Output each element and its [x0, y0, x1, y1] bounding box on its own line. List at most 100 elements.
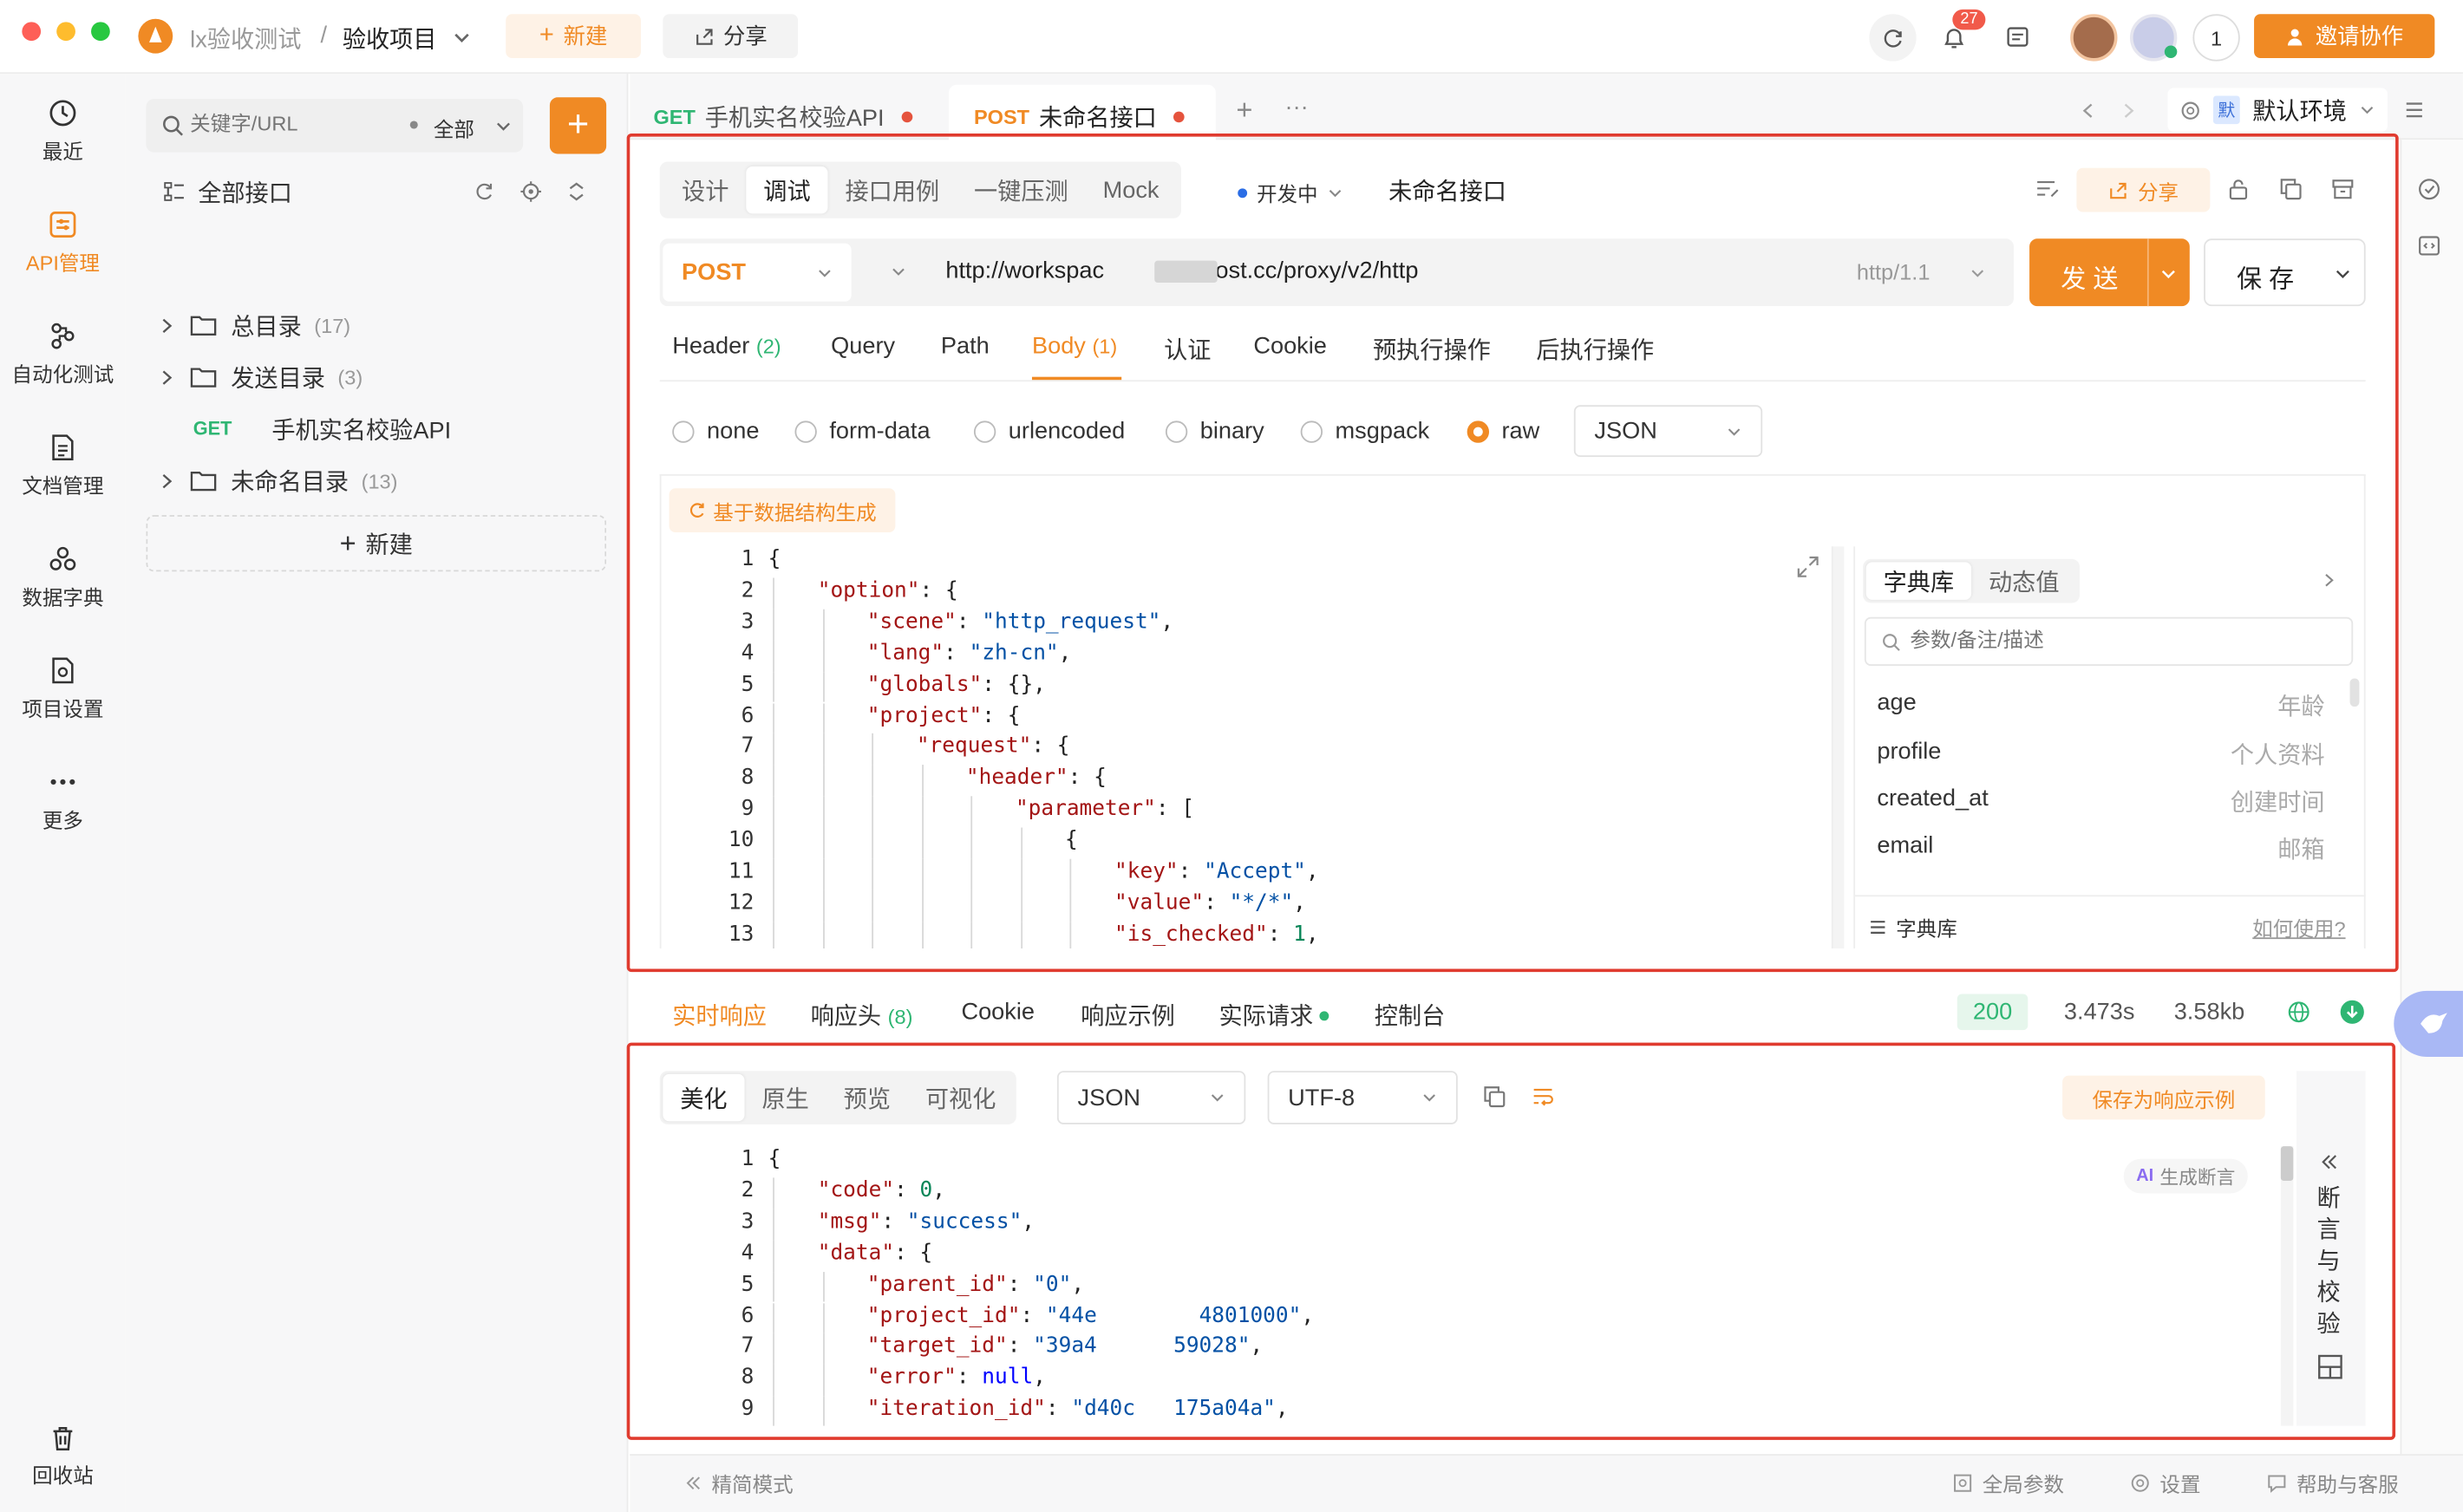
chevron-right-icon[interactable] — [160, 316, 174, 334]
chevron-right-icon[interactable] — [160, 368, 174, 386]
tree-folder[interactable]: 未命名目录 (13) — [126, 457, 629, 504]
tree-api-item[interactable]: GET 手机实名校验API — [126, 405, 629, 452]
help-button[interactable]: 帮助与客服 — [2267, 1468, 2399, 1497]
chevron-down-icon[interactable] — [453, 29, 472, 48]
mode-design[interactable]: 设计 — [664, 166, 746, 213]
subtab-post-script[interactable]: 后执行操作 — [1536, 333, 1654, 366]
tree-search-box[interactable]: 全部 — [146, 99, 524, 153]
nav-data-dict[interactable]: 数据字典 — [0, 529, 126, 623]
sync-button[interactable] — [1869, 14, 1917, 62]
body-type-form-data[interactable]: form-data — [794, 418, 931, 445]
dict-help-link[interactable]: 如何使用? — [2252, 912, 2345, 942]
tab-post-api[interactable]: POST 未命名接口 — [974, 101, 1186, 134]
subtab-query[interactable]: Query — [831, 333, 895, 360]
invite-button[interactable]: 邀请协作 — [2254, 14, 2435, 59]
view-mode-raw[interactable]: 原生 — [745, 1074, 826, 1121]
response-scrollbar[interactable] — [2280, 1146, 2294, 1426]
save-button[interactable]: 保 存 — [2237, 257, 2294, 295]
add-tab-button[interactable]: + — [1236, 94, 1252, 127]
tab-more-button[interactable]: ··· — [1285, 94, 1309, 121]
resp-tab-actual[interactable]: 实际请求 — [1218, 999, 1329, 1032]
ai-assert-button[interactable]: AI 生成断言 — [2123, 1158, 2248, 1194]
code-snippet-icon[interactable] — [2417, 234, 2440, 257]
response-scroll-thumb[interactable] — [2280, 1146, 2294, 1182]
view-mode-preview[interactable]: 预览 — [826, 1074, 908, 1121]
subtab-cookie[interactable]: Cookie — [1253, 333, 1327, 360]
dict-tab-library[interactable]: 字典库 — [1865, 562, 1972, 600]
subtab-pre-script[interactable]: 预执行操作 — [1373, 333, 1491, 366]
nav-auto-test[interactable]: 自动化测试 — [0, 306, 126, 401]
locate-icon[interactable] — [520, 180, 542, 202]
close-window-button[interactable] — [22, 22, 42, 42]
dict-row[interactable]: created_at 创建时间 — [1877, 785, 2324, 818]
mode-mock[interactable]: Mock — [1086, 166, 1177, 213]
layout-icon[interactable] — [2317, 1353, 2344, 1380]
lock-icon[interactable] — [2227, 178, 2249, 201]
encoding-select[interactable]: UTF-8 — [1267, 1071, 1458, 1124]
chevron-right-icon[interactable] — [2323, 571, 2336, 589]
avatar[interactable] — [2070, 14, 2118, 62]
body-type-msgpack[interactable]: msgpack — [1300, 418, 1429, 445]
minimize-window-button[interactable] — [56, 22, 75, 42]
raw-format-select[interactable]: JSON — [1573, 405, 1763, 458]
view-mode-visual[interactable]: 可视化 — [908, 1074, 1013, 1121]
resp-tab-live[interactable]: 实时响应 — [672, 999, 767, 1032]
mode-debug[interactable]: 调试 — [746, 166, 828, 214]
body-type-urlencoded[interactable]: urlencoded — [973, 418, 1125, 445]
global-params-button[interactable]: 全局参数 — [1952, 1468, 2064, 1497]
share-top-button[interactable]: 分享 — [663, 14, 799, 59]
notifications-button[interactable] — [1942, 25, 1967, 58]
chevron-right-icon[interactable] — [2122, 102, 2136, 120]
resp-tab-console[interactable]: 控制台 — [1375, 999, 1446, 1032]
tree-folder[interactable]: 发送目录 (3) — [126, 354, 629, 401]
copy-icon[interactable] — [2279, 178, 2303, 201]
copy-icon[interactable] — [1483, 1085, 1506, 1109]
validate-icon[interactable] — [2417, 178, 2440, 201]
nav-recent[interactable]: 最近 — [0, 83, 126, 178]
archive-icon[interactable] — [2331, 178, 2355, 201]
editor-scrollbar[interactable] — [1831, 546, 1845, 948]
request-body-editor[interactable]: 1 {2 "option": {3 "scene": "http_request", 4… — [660, 546, 1854, 948]
new-button[interactable]: + 新建 — [506, 14, 641, 59]
expand-icon[interactable] — [1795, 554, 1820, 579]
tab-get-api[interactable]: GET 手机实名校验API — [653, 101, 913, 134]
subtab-body[interactable]: Body (1) — [1032, 333, 1117, 360]
mode-cases[interactable]: 接口用例 — [828, 166, 957, 213]
body-type-none[interactable]: none — [672, 418, 759, 445]
generate-from-schema-button[interactable]: 基于数据结构生成 — [669, 488, 896, 532]
simple-mode-button[interactable]: 精简模式 — [685, 1468, 794, 1497]
response-format-select[interactable]: JSON — [1056, 1071, 1246, 1124]
api-name-field[interactable]: 未命名接口 — [1388, 174, 1506, 207]
save-as-example-button[interactable]: 保存为响应示例 — [2062, 1075, 2265, 1120]
resp-tab-headers[interactable]: 响应头 (8) — [811, 999, 913, 1032]
nav-project-settings[interactable]: 项目设置 — [0, 641, 126, 735]
dict-search-input[interactable] — [1910, 628, 2319, 652]
maximize-window-button[interactable] — [91, 22, 110, 42]
nav-api-management[interactable]: API管理 — [0, 195, 126, 290]
url-history-icon[interactable] — [891, 264, 906, 279]
assistant-bubble[interactable] — [2394, 990, 2463, 1057]
subtab-header[interactable]: Header (2) — [672, 333, 781, 360]
chevron-left-icon[interactable] — [2081, 102, 2095, 120]
dict-row[interactable]: age 年龄 — [1877, 689, 2324, 722]
tree-new-button[interactable]: + 新建 — [146, 515, 607, 572]
status-select[interactable]: 开发中 — [1238, 178, 1343, 207]
resp-tab-example[interactable]: 响应示例 — [1081, 999, 1175, 1032]
member-count[interactable]: 1 — [2192, 14, 2240, 62]
project-name[interactable]: 验收项目 — [343, 22, 437, 55]
body-type-raw[interactable]: raw — [1467, 418, 1539, 445]
message-icon[interactable] — [2006, 25, 2029, 49]
collapse-icon[interactable] — [567, 180, 586, 202]
tree-folder[interactable]: 总目录 (17) — [126, 302, 629, 349]
dict-row[interactable]: email 邮箱 — [1877, 832, 2324, 865]
settings-button[interactable]: 设置 — [2130, 1468, 2201, 1497]
nav-more[interactable]: 更多 — [0, 753, 126, 847]
method-select[interactable]: POST — [663, 243, 852, 302]
protocol-select[interactable]: http/1.1 — [1857, 259, 1931, 284]
dict-footer[interactable]: 字典库 — [1869, 912, 1957, 942]
dict-search-box[interactable] — [1864, 616, 2354, 666]
download-icon[interactable] — [2340, 1000, 2364, 1024]
resp-tab-cookie[interactable]: Cookie — [961, 999, 1035, 1026]
tree-search-input[interactable] — [190, 111, 379, 135]
response-body-viewer[interactable]: 1 {2 "code": 0, 3 "msg": "success", 4 "data": … — [660, 1146, 2278, 1426]
